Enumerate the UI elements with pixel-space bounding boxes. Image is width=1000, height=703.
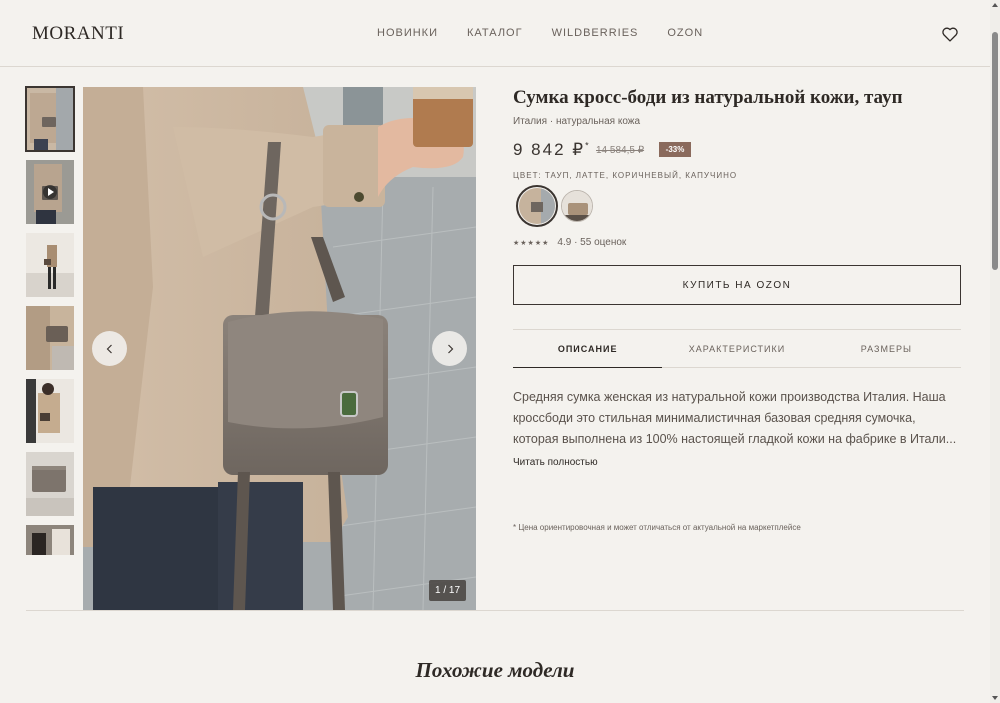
main-nav: НОВИНКИ КАТАЛОГ WILDBERRIES OZON [377,27,703,39]
thumbnail[interactable] [26,379,74,443]
product-price: 9 842 ₽* [513,140,591,160]
colors-label: ЦВЕТ: ТАУП, ЛАТТЕ, КОРИЧНЕВЫЙ, КАПУЧИНО [513,171,738,180]
color-swatch-taupe[interactable] [516,185,558,227]
rating-stars: ★★★★★ [513,239,550,247]
heart-icon[interactable] [941,26,959,42]
thumbnail[interactable] [26,160,74,224]
scrollbar-thumb[interactable] [992,32,998,270]
site-header: MORANTI НОВИНКИ КАТАЛОГ WILDBERRIES OZON [0,0,990,67]
logo[interactable]: MORANTI [32,23,124,45]
next-image-button[interactable] [432,331,467,366]
nav-link-wildberries[interactable]: WILDBERRIES [552,27,639,39]
price-footnote: * Цена ориентировочная и может отличатьс… [513,523,801,532]
product-subtitle: Италия · натуральная кожа [513,116,641,127]
thumbnail-strip [25,86,75,564]
read-more-link[interactable]: Читать полностью [513,457,598,468]
rating-text: 4.9 · 55 оценок [557,237,627,248]
price-value: 9 842 ₽ [513,140,586,159]
previous-image-button[interactable] [92,331,127,366]
price-marker: * [585,140,591,151]
discount-badge: -33% [659,142,691,157]
product-tabs: ОПИСАНИЕ ХАРАКТЕРИСТИКИ РАЗМЕРЫ [513,330,961,368]
old-price: 14 584,5 ₽ [596,145,645,156]
chevron-left-icon [106,344,112,353]
thumbnail[interactable] [26,306,74,370]
thumbnail[interactable] [25,86,75,152]
image-counter: 1 / 17 [429,580,466,601]
product-description: Средняя сумка женская из натуральной кож… [513,390,957,446]
section-divider [26,610,964,611]
play-icon [43,185,57,199]
scroll-up-arrow-icon[interactable] [992,3,998,7]
nav-link-ozon[interactable]: OZON [667,27,703,39]
product-title: Сумка кросс-боди из натуральной кожи, та… [513,87,903,108]
page-scrollbar[interactable] [990,0,1000,703]
related-section-title: Похожие модели [415,658,575,682]
tab-description[interactable]: ОПИСАНИЕ [513,330,663,368]
tab-specifications[interactable]: ХАРАКТЕРИСТИКИ [662,330,811,367]
color-swatch-latte[interactable] [561,190,593,222]
thumbnail[interactable] [26,452,74,516]
product-main-image[interactable] [83,87,476,610]
buy-on-ozon-button[interactable]: КУПИТЬ НА OZON [513,265,961,305]
chevron-right-icon [447,344,453,353]
scroll-down-arrow-icon[interactable] [992,696,998,700]
tab-sizes[interactable]: РАЗМЕРЫ [812,330,961,367]
product-rating[interactable]: ★★★★★ 4.9 · 55 оценок [513,237,626,248]
nav-link-catalog[interactable]: КАТАЛОГ [467,27,523,39]
nav-link-new[interactable]: НОВИНКИ [377,27,438,39]
thumbnail[interactable] [26,525,74,555]
thumbnail[interactable] [26,233,74,297]
